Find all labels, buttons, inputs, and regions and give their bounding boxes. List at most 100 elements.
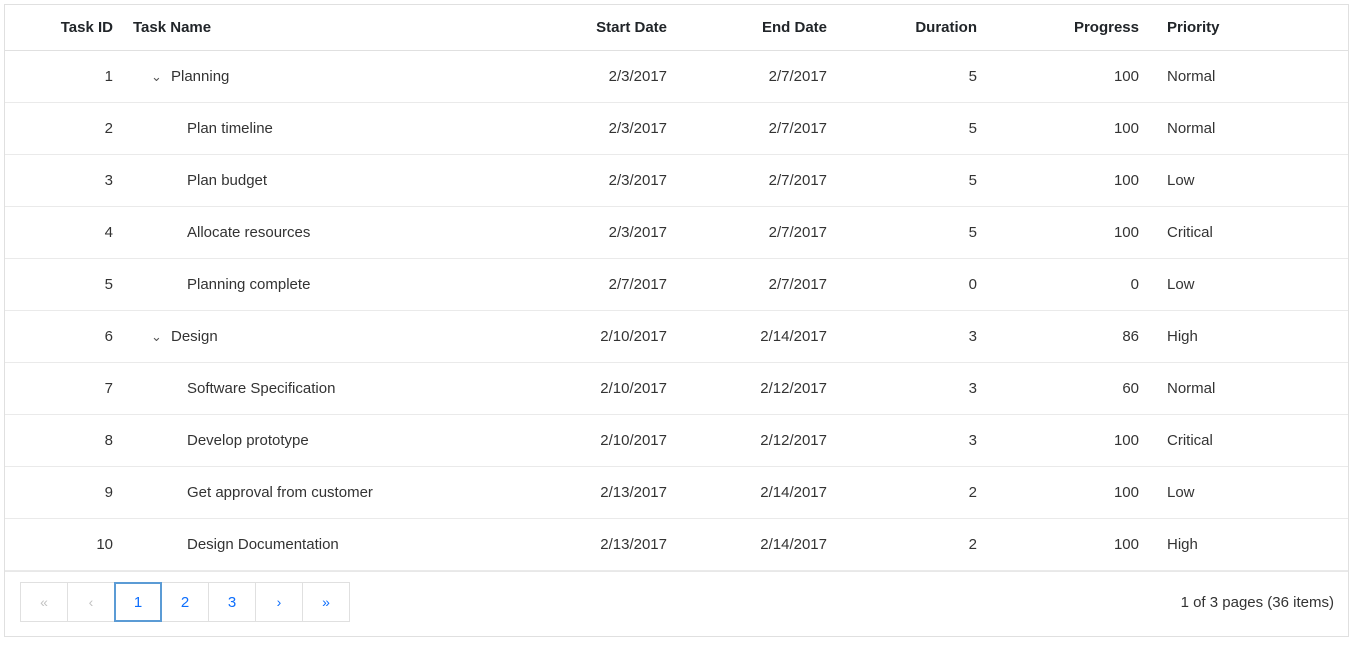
cell-duration: 2 (845, 484, 995, 501)
col-header-duration[interactable]: Duration (845, 19, 995, 36)
cell-task-name: Get approval from customer (125, 484, 505, 501)
pager-prev-button[interactable]: ‹ (67, 582, 115, 622)
table-row[interactable]: 4Allocate resources2/3/20172/7/20175100C… (5, 207, 1348, 259)
cell-progress: 0 (995, 276, 1155, 293)
chevron-left-icon: ‹ (89, 594, 94, 610)
cell-start-date: 2/10/2017 (505, 432, 685, 449)
cell-priority: Low (1155, 276, 1295, 293)
task-name-label: Design (171, 328, 218, 345)
cell-end-date: 2/12/2017 (685, 432, 845, 449)
cell-start-date: 2/3/2017 (505, 120, 685, 137)
table-row[interactable]: 2Plan timeline2/3/20172/7/20175100Normal (5, 103, 1348, 155)
task-name-label: Software Specification (187, 380, 335, 397)
table-row[interactable]: 3 Plan budget 2/3/20172/7/20175100Low (5, 155, 1348, 207)
chevron-down-icon[interactable]: ⌄ (151, 69, 165, 85)
cell-duration: 3 (845, 432, 995, 449)
col-header-start-date[interactable]: Start Date (505, 19, 685, 36)
col-header-end-date[interactable]: End Date (685, 19, 845, 36)
cell-start-date: 2/13/2017 (505, 484, 685, 501)
pager-next-button[interactable]: › (255, 582, 303, 622)
pager-page-button[interactable]: 2 (161, 582, 209, 622)
chevron-down-icon[interactable]: ⌄ (151, 329, 165, 345)
cell-priority: High (1155, 328, 1295, 345)
cell-priority: Critical (1155, 224, 1295, 241)
task-name-label: Allocate resources (187, 224, 310, 241)
table-row[interactable]: 8Develop prototype2/10/20172/12/20173100… (5, 415, 1348, 467)
cell-start-date: 2/3/2017 (505, 68, 685, 85)
col-header-priority[interactable]: Priority (1155, 19, 1295, 36)
col-header-progress[interactable]: Progress (995, 19, 1155, 36)
cell-task-name: Plan timeline (125, 120, 505, 137)
task-name-label: Develop prototype (187, 432, 309, 449)
cell-priority: Critical (1155, 432, 1295, 449)
cell-end-date: 2/14/2017 (685, 328, 845, 345)
cell-duration: 2 (845, 536, 995, 553)
cell-priority: Normal (1155, 380, 1295, 397)
cell-duration: 0 (845, 276, 995, 293)
pager-page-button[interactable]: 3 (208, 582, 256, 622)
pager-summary: 1 of 3 pages (36 items) (1181, 594, 1334, 611)
table-row[interactable]: 5Planning complete2/7/20172/7/201700Low (5, 259, 1348, 311)
cell-task-id: 6 (5, 328, 125, 345)
cell-end-date: 2/12/2017 (685, 380, 845, 397)
cell-task-id: 1 (5, 68, 125, 85)
cell-progress: 60 (995, 380, 1155, 397)
cell-start-date: 2/13/2017 (505, 536, 685, 553)
tree-grid: Task ID Task Name Start Date End Date Du… (4, 4, 1349, 637)
cell-task-id: 9 (5, 484, 125, 501)
col-header-task-id[interactable]: Task ID (5, 19, 125, 36)
cell-start-date: 2/7/2017 (505, 276, 685, 293)
cell-duration: 5 (845, 224, 995, 241)
cell-start-date: 2/3/2017 (505, 172, 685, 189)
cell-priority: Normal (1155, 120, 1295, 137)
task-name-label: Get approval from customer (187, 484, 373, 501)
task-name-label: Plan budget (187, 172, 267, 189)
chevron-double-left-icon: « (40, 594, 48, 610)
cell-task-id: 4 (5, 224, 125, 241)
table-row[interactable]: 9 Get approval from customer 2/13/20172/14… (5, 467, 1348, 519)
cell-duration: 5 (845, 172, 995, 189)
cell-task-id: 10 (5, 536, 125, 553)
cell-progress: 100 (995, 68, 1155, 85)
cell-task-name: Software Specification (125, 380, 505, 397)
cell-duration: 5 (845, 68, 995, 85)
cell-start-date: 2/10/2017 (505, 328, 685, 345)
cell-task-name: ⌄ Design (125, 328, 505, 345)
cell-duration: 5 (845, 120, 995, 137)
cell-end-date: 2/14/2017 (685, 484, 845, 501)
table-row[interactable]: 1⌄Planning2/3/20172/7/20175100Normal (5, 51, 1348, 103)
chevron-right-icon: › (277, 594, 282, 610)
cell-progress: 100 (995, 224, 1155, 241)
cell-task-name: Design Documentation (125, 536, 505, 553)
table-row[interactable]: 6 ⌄ Design 2/10/20172/14/2017386High (5, 311, 1348, 363)
grid-body[interactable]: 1⌄Planning2/3/20172/7/20175100Normal2Pla… (5, 51, 1348, 571)
cell-end-date: 2/7/2017 (685, 120, 845, 137)
cell-progress: 100 (995, 536, 1155, 553)
cell-progress: 100 (995, 172, 1155, 189)
cell-task-id: 7 (5, 380, 125, 397)
cell-end-date: 2/7/2017 (685, 172, 845, 189)
cell-task-name: ⌄Planning (125, 68, 505, 85)
cell-task-id: 8 (5, 432, 125, 449)
cell-task-id: 3 (5, 172, 125, 189)
cell-task-name: Allocate resources (125, 224, 505, 241)
cell-end-date: 2/7/2017 (685, 68, 845, 85)
pager-page-button[interactable]: 1 (114, 582, 162, 622)
cell-start-date: 2/10/2017 (505, 380, 685, 397)
task-name-label: Design Documentation (187, 536, 339, 553)
pager-buttons: « ‹ 123 › » (21, 582, 350, 622)
table-row[interactable]: 7 Software Specification 2/10/20172/12/201… (5, 363, 1348, 415)
cell-start-date: 2/3/2017 (505, 224, 685, 241)
task-name-label: Plan timeline (187, 120, 273, 137)
pager-first-button[interactable]: « (20, 582, 68, 622)
cell-priority: Low (1155, 172, 1295, 189)
col-header-task-name[interactable]: Task Name (125, 19, 505, 36)
cell-priority: High (1155, 536, 1295, 553)
table-row[interactable]: 10Design Documentation2/13/20172/14/2017… (5, 519, 1348, 571)
pager-last-button[interactable]: » (302, 582, 350, 622)
task-name-label: Planning complete (187, 276, 310, 293)
cell-duration: 3 (845, 328, 995, 345)
cell-priority: Normal (1155, 68, 1295, 85)
cell-progress: 86 (995, 328, 1155, 345)
cell-task-name: Develop prototype (125, 432, 505, 449)
